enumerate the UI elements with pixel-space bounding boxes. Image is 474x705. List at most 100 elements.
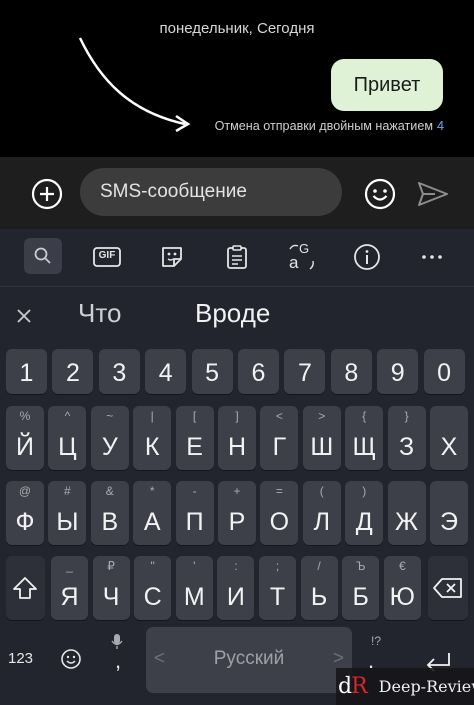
letter-key[interactable]: € Ю	[383, 556, 421, 620]
letter-key[interactable]: / Ь	[300, 556, 338, 620]
emoji-icon[interactable]	[363, 177, 397, 211]
letter-key[interactable]: _ Я	[51, 556, 88, 620]
clipboard-icon[interactable]	[219, 239, 255, 275]
letter-key[interactable]: (Л	[302, 481, 341, 545]
watermark-logo: dR	[338, 674, 368, 699]
letter-key[interactable]: < Г	[260, 406, 299, 470]
key-hint: €	[398, 559, 406, 573]
send-icon[interactable]	[415, 176, 451, 212]
number-key[interactable]: 9	[377, 349, 419, 394]
key-label: Т	[269, 583, 286, 611]
keyboard-emoji-icon[interactable]	[60, 648, 82, 670]
key-label: Ы	[56, 508, 79, 536]
undo-hint-text: Отмена отправки двойным нажатием	[214, 119, 433, 133]
letter-key[interactable]: & В	[90, 481, 129, 545]
key-label: 8	[344, 359, 359, 387]
suggestion-2[interactable]: Вроде	[195, 298, 270, 329]
key-hint: ~	[106, 409, 114, 423]
key-hint: %	[19, 409, 31, 423]
letter-key[interactable]: Х	[430, 406, 468, 470]
number-key[interactable]: 8	[330, 349, 372, 394]
key-hint: ]	[235, 409, 239, 423]
key-label: 0	[437, 359, 452, 387]
number-key[interactable]: 5	[191, 349, 233, 394]
letter-key[interactable]: + Р	[218, 481, 256, 545]
letter-key[interactable]: -П	[175, 481, 214, 545]
undo-send-hint[interactable]: Отмена отправки двойным нажатием 4	[215, 119, 444, 133]
close-suggestions-icon[interactable]	[14, 306, 34, 326]
key-label: М	[183, 583, 205, 611]
number-key[interactable]: 3	[98, 349, 140, 394]
letter-key[interactable]: ЪБ	[342, 556, 380, 620]
key-label: Х	[440, 433, 458, 461]
key-label: Й	[16, 433, 34, 461]
gif-label: GIF	[98, 250, 116, 261]
letter-key[interactable]: @ Ф	[6, 481, 44, 545]
watermark: dR Deep-Review	[336, 668, 474, 705]
key-hint: )	[362, 484, 367, 498]
number-key[interactable]: 2	[52, 349, 94, 394]
key-label: П	[185, 508, 204, 536]
key-hint: #	[64, 484, 71, 498]
space-key[interactable]: < Русский >	[146, 627, 352, 693]
key-hint: :	[234, 559, 238, 573]
info-icon[interactable]	[349, 239, 385, 275]
suggestion-1[interactable]: Что	[78, 298, 121, 329]
add-icon[interactable]	[30, 177, 64, 211]
key-label: Ф	[15, 508, 35, 536]
letter-key[interactable]: = О	[260, 481, 299, 545]
gif-icon[interactable]: GIF	[89, 239, 125, 275]
letter-key[interactable]: ₽ Ч	[92, 556, 130, 620]
letter-key[interactable]: Э	[430, 481, 468, 545]
letter-key[interactable]: ; Т	[259, 556, 296, 620]
letter-key[interactable]: ' М	[175, 556, 213, 620]
key-label: И	[226, 583, 245, 611]
letter-key[interactable]: ^ Ц	[48, 406, 87, 470]
key-label: К	[144, 433, 160, 461]
sticker-icon[interactable]	[154, 239, 190, 275]
space-right-arrow: >	[332, 648, 344, 669]
letter-key[interactable]: | К	[133, 406, 172, 470]
mic-icon[interactable]	[110, 633, 124, 649]
number-key[interactable]: 4	[145, 349, 187, 394]
search-icon[interactable]	[24, 238, 62, 274]
letter-key[interactable]: {Щ	[345, 406, 384, 470]
key-hint: [	[192, 409, 197, 423]
key-label: Г	[272, 433, 287, 461]
letter-key[interactable]: # Ы	[48, 481, 87, 545]
number-key[interactable]: 1	[6, 349, 47, 394]
key-label: С	[143, 583, 162, 611]
key-label: Р	[228, 508, 246, 536]
number-key[interactable]: 0	[423, 349, 465, 394]
letter-key[interactable]: } З	[387, 406, 426, 470]
backspace-key[interactable]	[428, 556, 468, 620]
letter-key[interactable]: ~ У	[90, 406, 129, 470]
comma-key[interactable]: ,	[115, 648, 121, 674]
number-key[interactable]: 6	[238, 349, 279, 394]
letter-key[interactable]: " С	[134, 556, 172, 620]
translate-icon[interactable]: G a	[284, 239, 320, 275]
letter-key[interactable]: ) Д	[345, 481, 384, 545]
key-label: Ю	[389, 583, 415, 611]
backspace-icon	[433, 578, 462, 598]
letter-key[interactable]: Ж	[387, 481, 426, 545]
key-label: 7	[297, 359, 312, 387]
letter-key[interactable]: * А	[133, 481, 172, 545]
key-label: Э	[440, 508, 458, 536]
letter-key[interactable]: [Е	[175, 406, 214, 470]
more-icon[interactable]	[414, 239, 450, 275]
numeric-toggle-key[interactable]: 123	[8, 650, 33, 667]
key-hint: &	[105, 484, 114, 498]
number-key[interactable]: 7	[284, 349, 326, 394]
letter-key[interactable]: % Й	[6, 406, 44, 470]
sms-input[interactable]	[80, 168, 342, 216]
key-label: Л	[313, 508, 330, 536]
key-label: Щ	[352, 433, 376, 461]
letter-key[interactable]: ] Н	[218, 406, 256, 470]
watermark-logo-r: R	[351, 674, 368, 699]
key-label: 6	[251, 359, 266, 387]
letter-key[interactable]: :И	[217, 556, 255, 620]
shift-key[interactable]	[6, 556, 45, 620]
message-bubble[interactable]: Привет	[331, 59, 443, 111]
letter-key[interactable]: > Ш	[302, 406, 341, 470]
